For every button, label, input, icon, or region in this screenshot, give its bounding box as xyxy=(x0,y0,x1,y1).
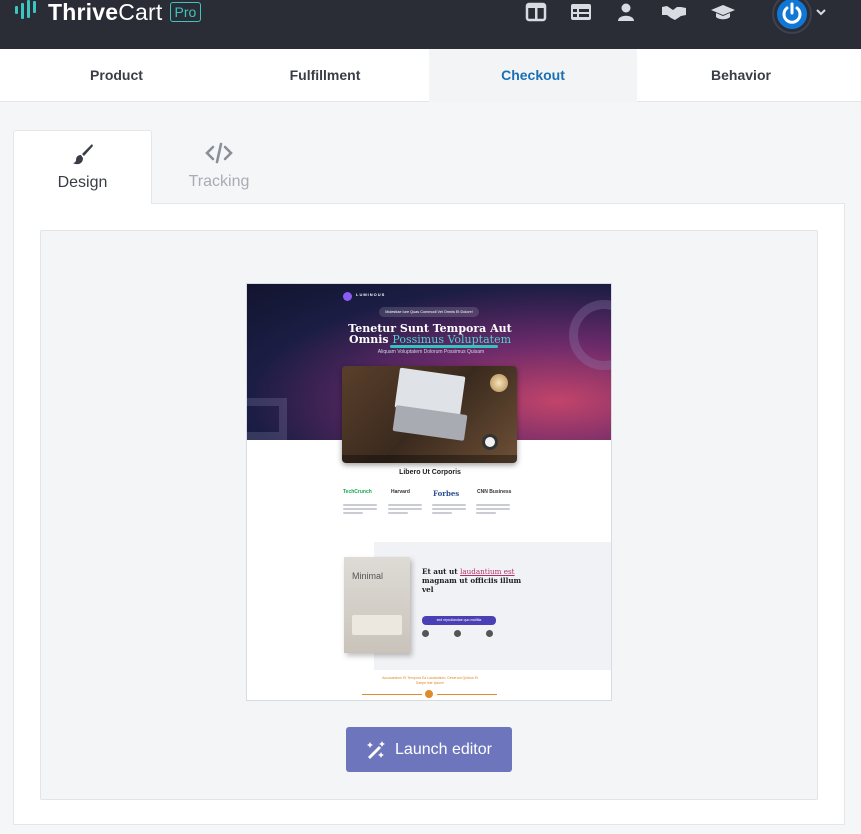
checkout-page-preview[interactable]: LUMINOUS Molestiae Iure Quas Commodi Vel… xyxy=(246,283,612,701)
preview-ring-decoration xyxy=(569,300,611,370)
preview-logo-icon xyxy=(343,292,352,301)
preview-press-logo: TechCrunch xyxy=(343,489,372,495)
table-icon[interactable] xyxy=(570,2,592,22)
tab-tracking[interactable]: Tracking xyxy=(152,130,286,204)
preview-feature-headline: Et aut ut laudantium est magnam ut offic… xyxy=(422,567,522,594)
preview-press-logo: Forbes xyxy=(433,489,460,498)
preview-square-decoration xyxy=(247,398,287,440)
power-icon xyxy=(782,2,802,24)
preview-subheadline: Aliquam Voluptatem Dolorum Possimus Quis… xyxy=(377,349,485,355)
thrivecart-logo[interactable]: ThriveCart Pro xyxy=(14,0,202,25)
preview-logo-text: LUMINOUS xyxy=(356,292,386,297)
preview-feature-icon xyxy=(422,630,429,637)
tab-design-label: Design xyxy=(57,174,108,191)
paint-brush-icon xyxy=(72,144,93,165)
top-navbar: ThriveCart Pro xyxy=(0,0,861,49)
tab-tracking-label: Tracking xyxy=(188,173,250,190)
tab-product[interactable]: Product xyxy=(0,49,233,102)
preview-footer-dot xyxy=(425,690,433,698)
handshake-icon[interactable] xyxy=(661,2,687,22)
chevron-down-icon[interactable] xyxy=(816,8,826,16)
preview-text-block xyxy=(476,504,510,516)
divider xyxy=(151,203,845,204)
tab-design[interactable]: Design xyxy=(13,130,152,204)
tab-checkout[interactable]: Checkout xyxy=(429,49,637,102)
preview-section-title: Libero Ut Corporis xyxy=(399,469,461,476)
preview-feature-icon xyxy=(486,630,493,637)
preview-pill: Molestiae Iure Quas Commodi Vel Omnis Et… xyxy=(379,307,479,317)
tab-behavior[interactable]: Behavior xyxy=(637,49,845,102)
preview-press-logo: Harvard xyxy=(391,489,410,495)
preview-video xyxy=(342,366,517,463)
columns-icon[interactable] xyxy=(525,2,547,22)
preview-footer-text: Accusantium Et Tempora Ea Laudantium, De… xyxy=(382,676,478,685)
preview-press-logos: TechCrunch Harvard Forbes CNN Business xyxy=(341,489,521,499)
preview-cta-button: sed repudiandae quo mollitia xyxy=(422,616,496,625)
preview-text-block xyxy=(343,504,377,516)
preview-headline: Tenetur Sunt Tempora Aut Omnis Possimus … xyxy=(348,322,512,346)
preview-text-block xyxy=(432,504,466,516)
magic-wand-icon xyxy=(367,740,386,759)
preview-book-image: Minimal xyxy=(344,557,410,653)
launch-editor-button[interactable]: Launch editor xyxy=(346,727,512,772)
preview-underline xyxy=(390,345,498,348)
avatar[interactable] xyxy=(774,0,810,32)
preview-footer-line xyxy=(362,694,422,695)
tab-fulfillment[interactable]: Fulfillment xyxy=(221,49,429,102)
code-icon xyxy=(205,142,233,164)
graduation-cap-icon[interactable] xyxy=(710,2,736,22)
pro-badge: Pro xyxy=(169,2,202,22)
preview-feature-icon xyxy=(454,630,461,637)
launch-editor-label: Launch editor xyxy=(395,740,492,758)
preview-press-logo: CNN Business xyxy=(477,489,512,495)
preview-text-block xyxy=(388,504,422,516)
thrivecart-logo-icon xyxy=(15,0,36,19)
logo-wordmark: ThriveCart xyxy=(48,0,163,25)
preview-footer-line xyxy=(437,694,497,695)
user-icon[interactable] xyxy=(615,2,637,22)
main-tabs: Product Fulfillment Checkout Behavior xyxy=(0,49,861,102)
